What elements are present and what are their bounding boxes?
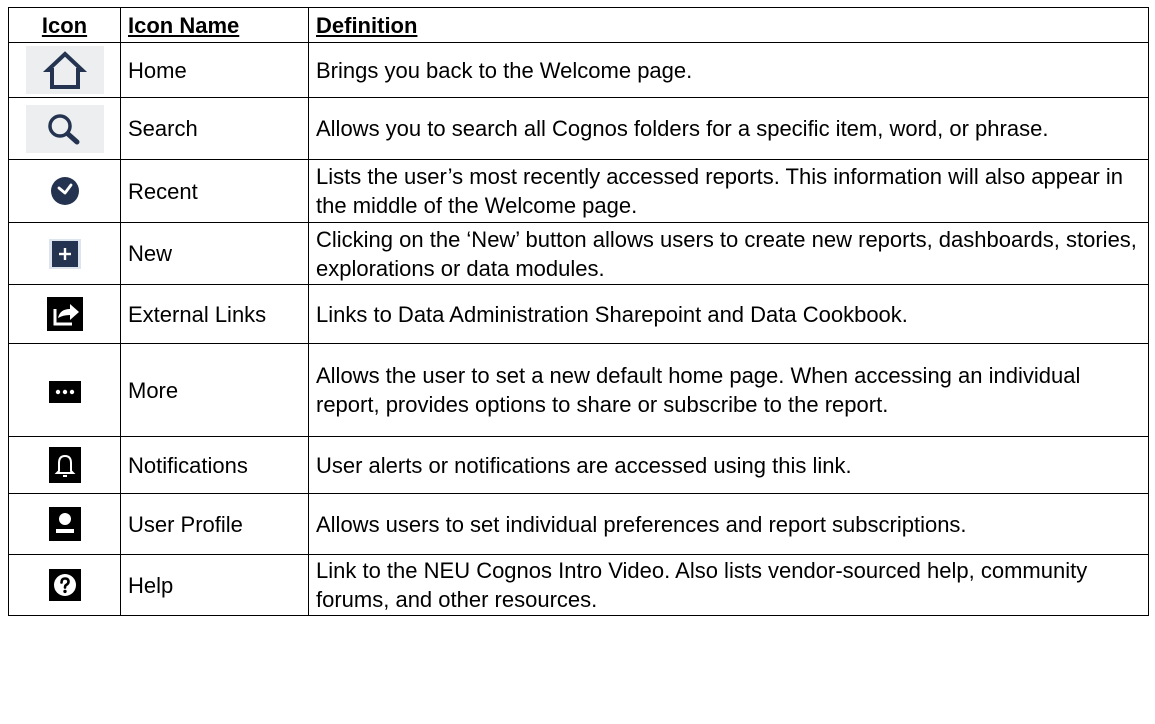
- icon-definition: Allows users to set individual preferenc…: [308, 493, 1149, 555]
- icon-definition: Allows the user to set a new default hom…: [308, 343, 1149, 437]
- table-row: External Links Links to Data Administrat…: [8, 284, 1149, 344]
- icon-definition: Clicking on the ‘New’ button allows user…: [308, 222, 1149, 285]
- icon-definition: Lists the user’s most recently accessed …: [308, 159, 1149, 223]
- table-row: More Allows the user to set a new defaul…: [8, 343, 1149, 437]
- table-row: Search Allows you to search all Cognos f…: [8, 97, 1149, 160]
- table-row: New Clicking on the ‘New’ button allows …: [8, 222, 1149, 285]
- header-row: Icon Icon Name Definition: [8, 7, 1149, 43]
- icon-name: New: [120, 222, 309, 285]
- icon-definition: Link to the NEU Cognos Intro Video. Also…: [308, 554, 1149, 616]
- table-row: User Profile Allows users to set individ…: [8, 493, 1149, 555]
- header-icon: Icon: [8, 7, 121, 43]
- help-icon: [48, 569, 81, 602]
- user-icon: [48, 507, 81, 541]
- table-row: Notifications User alerts or notificatio…: [8, 436, 1149, 494]
- icon-name: External Links: [120, 284, 309, 344]
- icon-name: More: [120, 343, 309, 437]
- table-row: Recent Lists the user’s most recently ac…: [8, 159, 1149, 223]
- icon-reference-table: Icon Icon Name Definition Home Brings yo…: [8, 7, 1149, 616]
- icon-name: Notifications: [120, 436, 309, 494]
- icon-definition: Links to Data Administration Sharepoint …: [308, 284, 1149, 344]
- plus-icon: [48, 239, 81, 270]
- icon-definition: User alerts or notifications are accesse…: [308, 436, 1149, 494]
- header-icon-name: Icon Name: [120, 7, 309, 43]
- home-icon: [25, 46, 104, 94]
- icon-name: Search: [120, 97, 309, 160]
- external-link-icon: [46, 296, 84, 332]
- icon-name: Help: [120, 554, 309, 616]
- table-row: Home Brings you back to the Welcome page…: [8, 42, 1149, 98]
- icon-name: Home: [120, 42, 309, 98]
- table-row: Help Link to the NEU Cognos Intro Video.…: [8, 554, 1149, 616]
- icon-definition: Brings you back to the Welcome page.: [308, 42, 1149, 98]
- icon-name: User Profile: [120, 493, 309, 555]
- icon-definition: Allows you to search all Cognos folders …: [308, 97, 1149, 160]
- clock-icon: [49, 175, 81, 207]
- more-icon: [48, 380, 81, 403]
- bell-icon: [48, 447, 81, 483]
- header-definition: Definition: [308, 7, 1149, 43]
- icon-name: Recent: [120, 159, 309, 223]
- search-icon: [25, 104, 104, 153]
